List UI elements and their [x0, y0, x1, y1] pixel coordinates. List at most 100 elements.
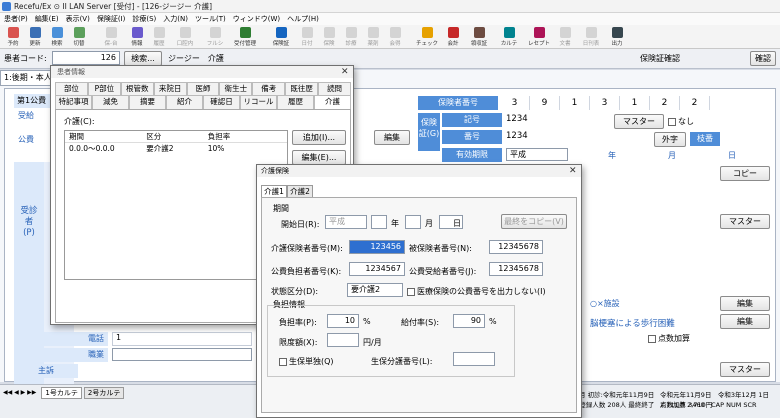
master2-button[interactable]: マスター	[720, 214, 770, 229]
tab-row1-4[interactable]: 医師	[186, 82, 220, 96]
start-month-input[interactable]	[405, 215, 421, 229]
tab-row2-1[interactable]: 減免	[92, 95, 129, 109]
gendo-input[interactable]	[327, 333, 359, 347]
toolbar-button-23[interactable]: 出力	[606, 25, 628, 49]
tab-row2-6[interactable]: 履歴	[277, 95, 314, 109]
iryo-checkbox[interactable]: 医療保険の公費番号を出力しない(I)	[407, 286, 546, 297]
toolbar-button-14[interactable]: 薬剤	[362, 25, 384, 49]
valid-year-label: 年	[608, 151, 616, 160]
tab-row1-5[interactable]: 衛生士	[219, 82, 253, 96]
toolbar-button-5[interactable]: 情報	[126, 25, 148, 49]
hihoken-no-input[interactable]: 12345678	[489, 240, 543, 254]
confirm-button[interactable]: 確認	[750, 51, 776, 66]
copy-last-button[interactable]: 最終をコピー(V)	[501, 214, 567, 229]
master-button[interactable]: マスター	[614, 114, 664, 129]
kigo-value[interactable]: 1234	[506, 114, 606, 127]
seiho-no-input[interactable]	[453, 352, 495, 366]
start-year-input[interactable]	[371, 215, 387, 229]
copy-button[interactable]: コピー	[720, 166, 770, 181]
menu-item-6[interactable]: ツール(T)	[195, 13, 226, 25]
reception-icon	[239, 27, 251, 38]
toolbar-button-11[interactable]: 日付	[296, 25, 318, 49]
master3-button[interactable]: マスター	[720, 362, 770, 377]
kaigo-list[interactable]: 期間 区分 負担率 0.0.0～0.0.0 要介護2 10%	[64, 130, 288, 280]
dialog-close-icon[interactable]: ✕	[569, 166, 577, 176]
phone-input[interactable]: 1	[112, 332, 252, 346]
menu-item-0[interactable]: 患者(P)	[4, 13, 28, 25]
patient-code-input[interactable]: 126	[52, 51, 120, 65]
hoken-no-input[interactable]: 123456	[349, 240, 405, 254]
tab-row2-0[interactable]: 特記事項	[55, 95, 92, 109]
yen-label: 円/月	[363, 338, 382, 347]
menu-item-7[interactable]: ウィンドウ(W)	[233, 13, 280, 25]
gendo-label: 限度額(X):	[279, 338, 318, 347]
nashi-checkbox[interactable]: なし	[668, 116, 694, 127]
toolbar-button-8[interactable]: フルシ	[200, 25, 230, 49]
kaigo-row[interactable]: 0.0.0～0.0.0 要介護2 10%	[65, 143, 287, 155]
toolbar-button-1[interactable]: 更新	[24, 25, 46, 49]
jotai-select[interactable]: 要介護2	[347, 283, 403, 297]
tab-row1-2[interactable]: 根管数	[120, 82, 154, 96]
tab-row2-5[interactable]: リコール	[240, 95, 277, 109]
menu-item-4[interactable]: 診療(S)	[132, 13, 156, 25]
toolbar-button-16[interactable]: チェック	[412, 25, 442, 49]
bottom-tab-0[interactable]: 1号カルテ	[41, 387, 82, 399]
tab-row1-7[interactable]: 既往歴	[285, 82, 319, 96]
menu-item-1[interactable]: 編集(E)	[35, 13, 59, 25]
toolbar-button-22[interactable]: 日刊表	[576, 25, 606, 49]
toolbar-button-19[interactable]: カルテ	[494, 25, 524, 49]
window-title: Recefu/Ex ⊙ II LAN Server [受付] - [126-ジー…	[14, 2, 213, 11]
toolbar-button-10[interactable]: 保険証	[266, 25, 296, 49]
futan-rate-input[interactable]: 10	[327, 314, 359, 328]
toolbar-label: 保険証	[272, 41, 290, 47]
mouth-icon	[179, 27, 191, 38]
job-select[interactable]	[112, 348, 252, 361]
kohi-futan-input[interactable]: 1234567	[349, 262, 405, 276]
toolbar-button-13[interactable]: 診療	[340, 25, 362, 49]
toolbar-button-20[interactable]: レセプト	[524, 25, 554, 49]
valid-era-select[interactable]: 平成	[506, 148, 568, 161]
toolbar-button-0[interactable]: 予約	[2, 25, 24, 49]
bango-value[interactable]: 1234	[506, 131, 606, 144]
tab-row2-4[interactable]: 確認日	[203, 95, 240, 109]
menu-item-8[interactable]: ヘルプ(H)	[287, 13, 319, 25]
close-icon[interactable]: ✕	[341, 67, 349, 77]
edit2-button[interactable]: 編集	[720, 296, 770, 311]
tab-kaigo[interactable]: 介護	[314, 95, 351, 109]
seiho-checkbox[interactable]: 生保単独(Q)	[279, 356, 334, 367]
toolbar-button-17[interactable]: 会計	[442, 25, 464, 49]
edit-button-main[interactable]: 編集	[374, 130, 410, 145]
tab-row1-3[interactable]: 来院日	[153, 82, 187, 96]
toolbar-button-18[interactable]: 領収証	[464, 25, 494, 49]
toolbar-button-12[interactable]: 保険	[318, 25, 340, 49]
tab-row2-3[interactable]: 紹介	[166, 95, 203, 109]
kyufu-rate-input[interactable]: 90	[453, 314, 485, 328]
tab-row1-8[interactable]: 読問	[318, 82, 352, 96]
save-icon	[29, 27, 41, 38]
kohi-jukyu-input[interactable]: 12345678	[489, 262, 543, 276]
start-era-select[interactable]: 平成	[325, 215, 367, 229]
tab-row2-2[interactable]: 摘要	[129, 95, 166, 109]
toolbar-button-2[interactable]: 検索	[46, 25, 68, 49]
toolbar-button-21[interactable]: 文書	[554, 25, 576, 49]
toolbar-button-3[interactable]: 切替	[68, 25, 90, 49]
patient-search-button[interactable]: 検索...	[124, 51, 162, 66]
edit3-button[interactable]: 編集	[720, 314, 770, 329]
tab-row1-1[interactable]: P部位	[87, 82, 121, 96]
menu-item-5[interactable]: 入力(N)	[163, 13, 188, 25]
toolbar-button-9[interactable]: 受付管理	[230, 25, 260, 49]
edit-button[interactable]: 編集(E)...	[292, 150, 346, 165]
menu-item-2[interactable]: 表示(V)	[66, 13, 90, 25]
tab-row1-0[interactable]: 部位	[55, 82, 88, 96]
toolbar-button-15[interactable]: 会得	[384, 25, 406, 49]
kasan-checkbox[interactable]: 点数加算	[648, 333, 690, 344]
tab-row1-6[interactable]: 備考	[252, 82, 286, 96]
menu-item-3[interactable]: 保険証(I)	[97, 13, 126, 25]
add-button[interactable]: 追加(I)...	[292, 130, 346, 145]
toolbar-button-4[interactable]: 保-台	[96, 25, 126, 49]
nav-arrows-icon[interactable]: ◀◀ ◀ ▶ ▶▶	[0, 387, 39, 399]
toolbar-button-7[interactable]: 口腔内	[170, 25, 200, 49]
gaiji-button[interactable]: 外字	[654, 132, 686, 147]
bottom-tab-1[interactable]: 2号カルテ	[83, 387, 125, 399]
toolbar-button-6[interactable]: 履歴	[148, 25, 170, 49]
